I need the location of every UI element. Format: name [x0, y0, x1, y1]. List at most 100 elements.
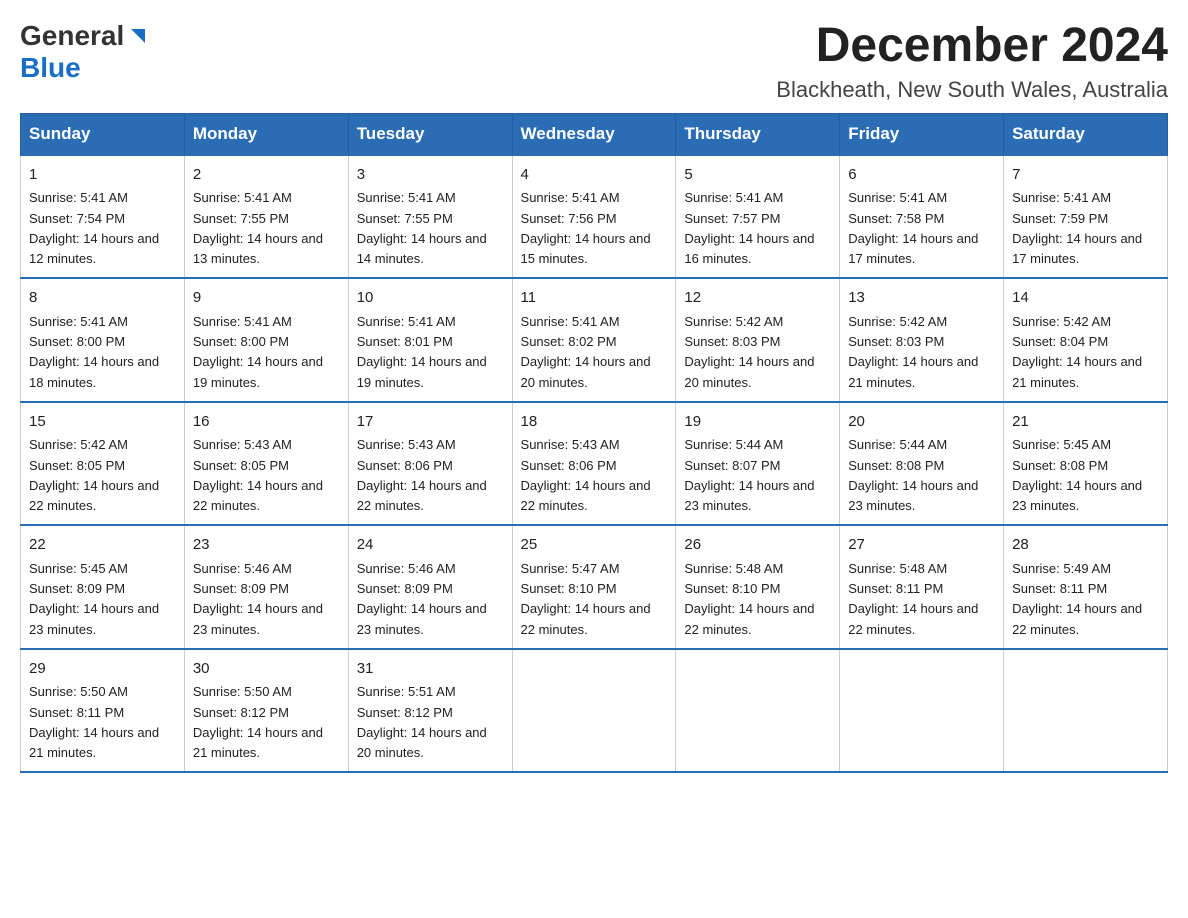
day-number: 31	[357, 658, 504, 681]
calendar-cell	[840, 649, 1004, 773]
day-of-week-sunday: Sunday	[21, 113, 185, 155]
day-info: Sunrise: 5:41 AMSunset: 7:56 PMDaylight:…	[521, 190, 651, 266]
calendar-cell: 25Sunrise: 5:47 AMSunset: 8:10 PMDayligh…	[512, 525, 676, 649]
title-area: December 2024 Blackheath, New South Wale…	[776, 20, 1168, 103]
day-info: Sunrise: 5:42 AMSunset: 8:03 PMDaylight:…	[848, 314, 978, 390]
day-info: Sunrise: 5:41 AMSunset: 8:00 PMDaylight:…	[29, 314, 159, 390]
calendar-cell: 31 Sunrise: 5:51 AMSunset: 8:12 PMDayligh…	[348, 649, 512, 773]
day-number: 21	[1012, 411, 1159, 434]
calendar-cell	[512, 649, 676, 773]
day-number: 27	[848, 534, 995, 557]
calendar-cell: 30 Sunrise: 5:50 AMSunset: 8:12 PMDayligh…	[184, 649, 348, 773]
week-row-3: 15Sunrise: 5:42 AMSunset: 8:05 PMDayligh…	[21, 402, 1168, 526]
day-number: 15	[29, 411, 176, 434]
day-number: 12	[684, 287, 831, 310]
day-number: 3	[357, 164, 504, 187]
calendar-cell: 29 Sunrise: 5:50 AMSunset: 8:11 PMDayligh…	[21, 649, 185, 773]
day-number: 26	[684, 534, 831, 557]
day-info: Sunrise: 5:41 AMSunset: 7:55 PMDaylight:…	[357, 190, 487, 266]
day-number: 5	[684, 164, 831, 187]
day-number: 8	[29, 287, 176, 310]
calendar-cell: 4 Sunrise: 5:41 AMSunset: 7:56 PMDaylight…	[512, 155, 676, 279]
days-of-week-row: SundayMondayTuesdayWednesdayThursdayFrid…	[21, 113, 1168, 155]
day-number: 13	[848, 287, 995, 310]
day-number: 30	[193, 658, 340, 681]
calendar-cell: 26 Sunrise: 5:48 AMSunset: 8:10 PMDayligh…	[676, 525, 840, 649]
day-info: Sunrise: 5:43 AMSunset: 8:05 PMDaylight:…	[193, 437, 323, 513]
day-number: 11	[521, 287, 668, 310]
calendar-cell: 8 Sunrise: 5:41 AMSunset: 8:00 PMDaylight…	[21, 278, 185, 402]
day-number: 18	[521, 411, 668, 434]
header: General Blue December 2024 Blackheath, N…	[20, 20, 1168, 103]
week-row-4: 22 Sunrise: 5:45 AMSunset: 8:09 PMDayligh…	[21, 525, 1168, 649]
day-info: Sunrise: 5:41 AMSunset: 8:00 PMDaylight:…	[193, 314, 323, 390]
calendar-cell: 22 Sunrise: 5:45 AMSunset: 8:09 PMDayligh…	[21, 525, 185, 649]
day-number: 25	[521, 534, 668, 557]
day-info: Sunrise: 5:45 AMSunset: 8:09 PMDaylight:…	[29, 561, 159, 637]
day-info: Sunrise: 5:42 AMSunset: 8:03 PMDaylight:…	[684, 314, 814, 390]
day-number: 4	[521, 164, 668, 187]
day-number: 29	[29, 658, 176, 681]
day-info: Sunrise: 5:50 AMSunset: 8:12 PMDaylight:…	[193, 684, 323, 760]
day-number: 1	[29, 164, 176, 187]
day-of-week-monday: Monday	[184, 113, 348, 155]
day-number: 23	[193, 534, 340, 557]
day-number: 28	[1012, 534, 1159, 557]
day-number: 7	[1012, 164, 1159, 187]
calendar-cell: 27 Sunrise: 5:48 AMSunset: 8:11 PMDayligh…	[840, 525, 1004, 649]
day-info: Sunrise: 5:45 AMSunset: 8:08 PMDaylight:…	[1012, 437, 1142, 513]
logo: General Blue	[20, 20, 147, 84]
day-info: Sunrise: 5:41 AMSunset: 7:59 PMDaylight:…	[1012, 190, 1142, 266]
week-row-1: 1 Sunrise: 5:41 AMSunset: 7:54 PMDaylight…	[21, 155, 1168, 279]
calendar-cell: 5 Sunrise: 5:41 AMSunset: 7:57 PMDaylight…	[676, 155, 840, 279]
day-number: 14	[1012, 287, 1159, 310]
day-info: Sunrise: 5:48 AMSunset: 8:10 PMDaylight:…	[684, 561, 814, 637]
day-info: Sunrise: 5:43 AMSunset: 8:06 PMDaylight:…	[521, 437, 651, 513]
logo-triangle-icon	[127, 25, 147, 50]
day-info: Sunrise: 5:46 AMSunset: 8:09 PMDaylight:…	[193, 561, 323, 637]
calendar-cell: 15Sunrise: 5:42 AMSunset: 8:05 PMDayligh…	[21, 402, 185, 526]
day-info: Sunrise: 5:49 AMSunset: 8:11 PMDaylight:…	[1012, 561, 1142, 637]
calendar-cell: 1 Sunrise: 5:41 AMSunset: 7:54 PMDaylight…	[21, 155, 185, 279]
day-info: Sunrise: 5:46 AMSunset: 8:09 PMDaylight:…	[357, 561, 487, 637]
day-number: 9	[193, 287, 340, 310]
day-info: Sunrise: 5:41 AMSunset: 7:54 PMDaylight:…	[29, 190, 159, 266]
calendar-cell: 16 Sunrise: 5:43 AMSunset: 8:05 PMDayligh…	[184, 402, 348, 526]
week-row-5: 29 Sunrise: 5:50 AMSunset: 8:11 PMDayligh…	[21, 649, 1168, 773]
calendar-cell: 24 Sunrise: 5:46 AMSunset: 8:09 PMDayligh…	[348, 525, 512, 649]
calendar-table: SundayMondayTuesdayWednesdayThursdayFrid…	[20, 113, 1168, 774]
calendar-cell: 20 Sunrise: 5:44 AMSunset: 8:08 PMDayligh…	[840, 402, 1004, 526]
day-number: 6	[848, 164, 995, 187]
calendar-cell: 11 Sunrise: 5:41 AMSunset: 8:02 PMDayligh…	[512, 278, 676, 402]
calendar-cell: 14Sunrise: 5:42 AMSunset: 8:04 PMDayligh…	[1004, 278, 1168, 402]
week-row-2: 8 Sunrise: 5:41 AMSunset: 8:00 PMDaylight…	[21, 278, 1168, 402]
day-info: Sunrise: 5:51 AMSunset: 8:12 PMDaylight:…	[357, 684, 487, 760]
calendar-cell: 19 Sunrise: 5:44 AMSunset: 8:07 PMDayligh…	[676, 402, 840, 526]
logo-blue-text: Blue	[20, 52, 81, 83]
calendar-cell: 13 Sunrise: 5:42 AMSunset: 8:03 PMDayligh…	[840, 278, 1004, 402]
day-info: Sunrise: 5:50 AMSunset: 8:11 PMDaylight:…	[29, 684, 159, 760]
calendar-cell: 9 Sunrise: 5:41 AMSunset: 8:00 PMDaylight…	[184, 278, 348, 402]
day-info: Sunrise: 5:44 AMSunset: 8:08 PMDaylight:…	[848, 437, 978, 513]
calendar-cell	[676, 649, 840, 773]
day-number: 22	[29, 534, 176, 557]
day-number: 16	[193, 411, 340, 434]
day-number: 10	[357, 287, 504, 310]
calendar-cell: 10Sunrise: 5:41 AMSunset: 8:01 PMDayligh…	[348, 278, 512, 402]
day-of-week-thursday: Thursday	[676, 113, 840, 155]
calendar-cell: 6Sunrise: 5:41 AMSunset: 7:58 PMDaylight…	[840, 155, 1004, 279]
calendar-cell: 3 Sunrise: 5:41 AMSunset: 7:55 PMDaylight…	[348, 155, 512, 279]
calendar-cell: 17Sunrise: 5:43 AMSunset: 8:06 PMDayligh…	[348, 402, 512, 526]
day-info: Sunrise: 5:41 AMSunset: 7:57 PMDaylight:…	[684, 190, 814, 266]
day-info: Sunrise: 5:41 AMSunset: 8:02 PMDaylight:…	[521, 314, 651, 390]
day-info: Sunrise: 5:44 AMSunset: 8:07 PMDaylight:…	[684, 437, 814, 513]
day-number: 24	[357, 534, 504, 557]
calendar-cell: 18 Sunrise: 5:43 AMSunset: 8:06 PMDayligh…	[512, 402, 676, 526]
calendar-cell: 12 Sunrise: 5:42 AMSunset: 8:03 PMDayligh…	[676, 278, 840, 402]
day-of-week-tuesday: Tuesday	[348, 113, 512, 155]
calendar-cell: 23 Sunrise: 5:46 AMSunset: 8:09 PMDayligh…	[184, 525, 348, 649]
calendar-cell	[1004, 649, 1168, 773]
day-number: 19	[684, 411, 831, 434]
day-info: Sunrise: 5:48 AMSunset: 8:11 PMDaylight:…	[848, 561, 978, 637]
day-number: 20	[848, 411, 995, 434]
